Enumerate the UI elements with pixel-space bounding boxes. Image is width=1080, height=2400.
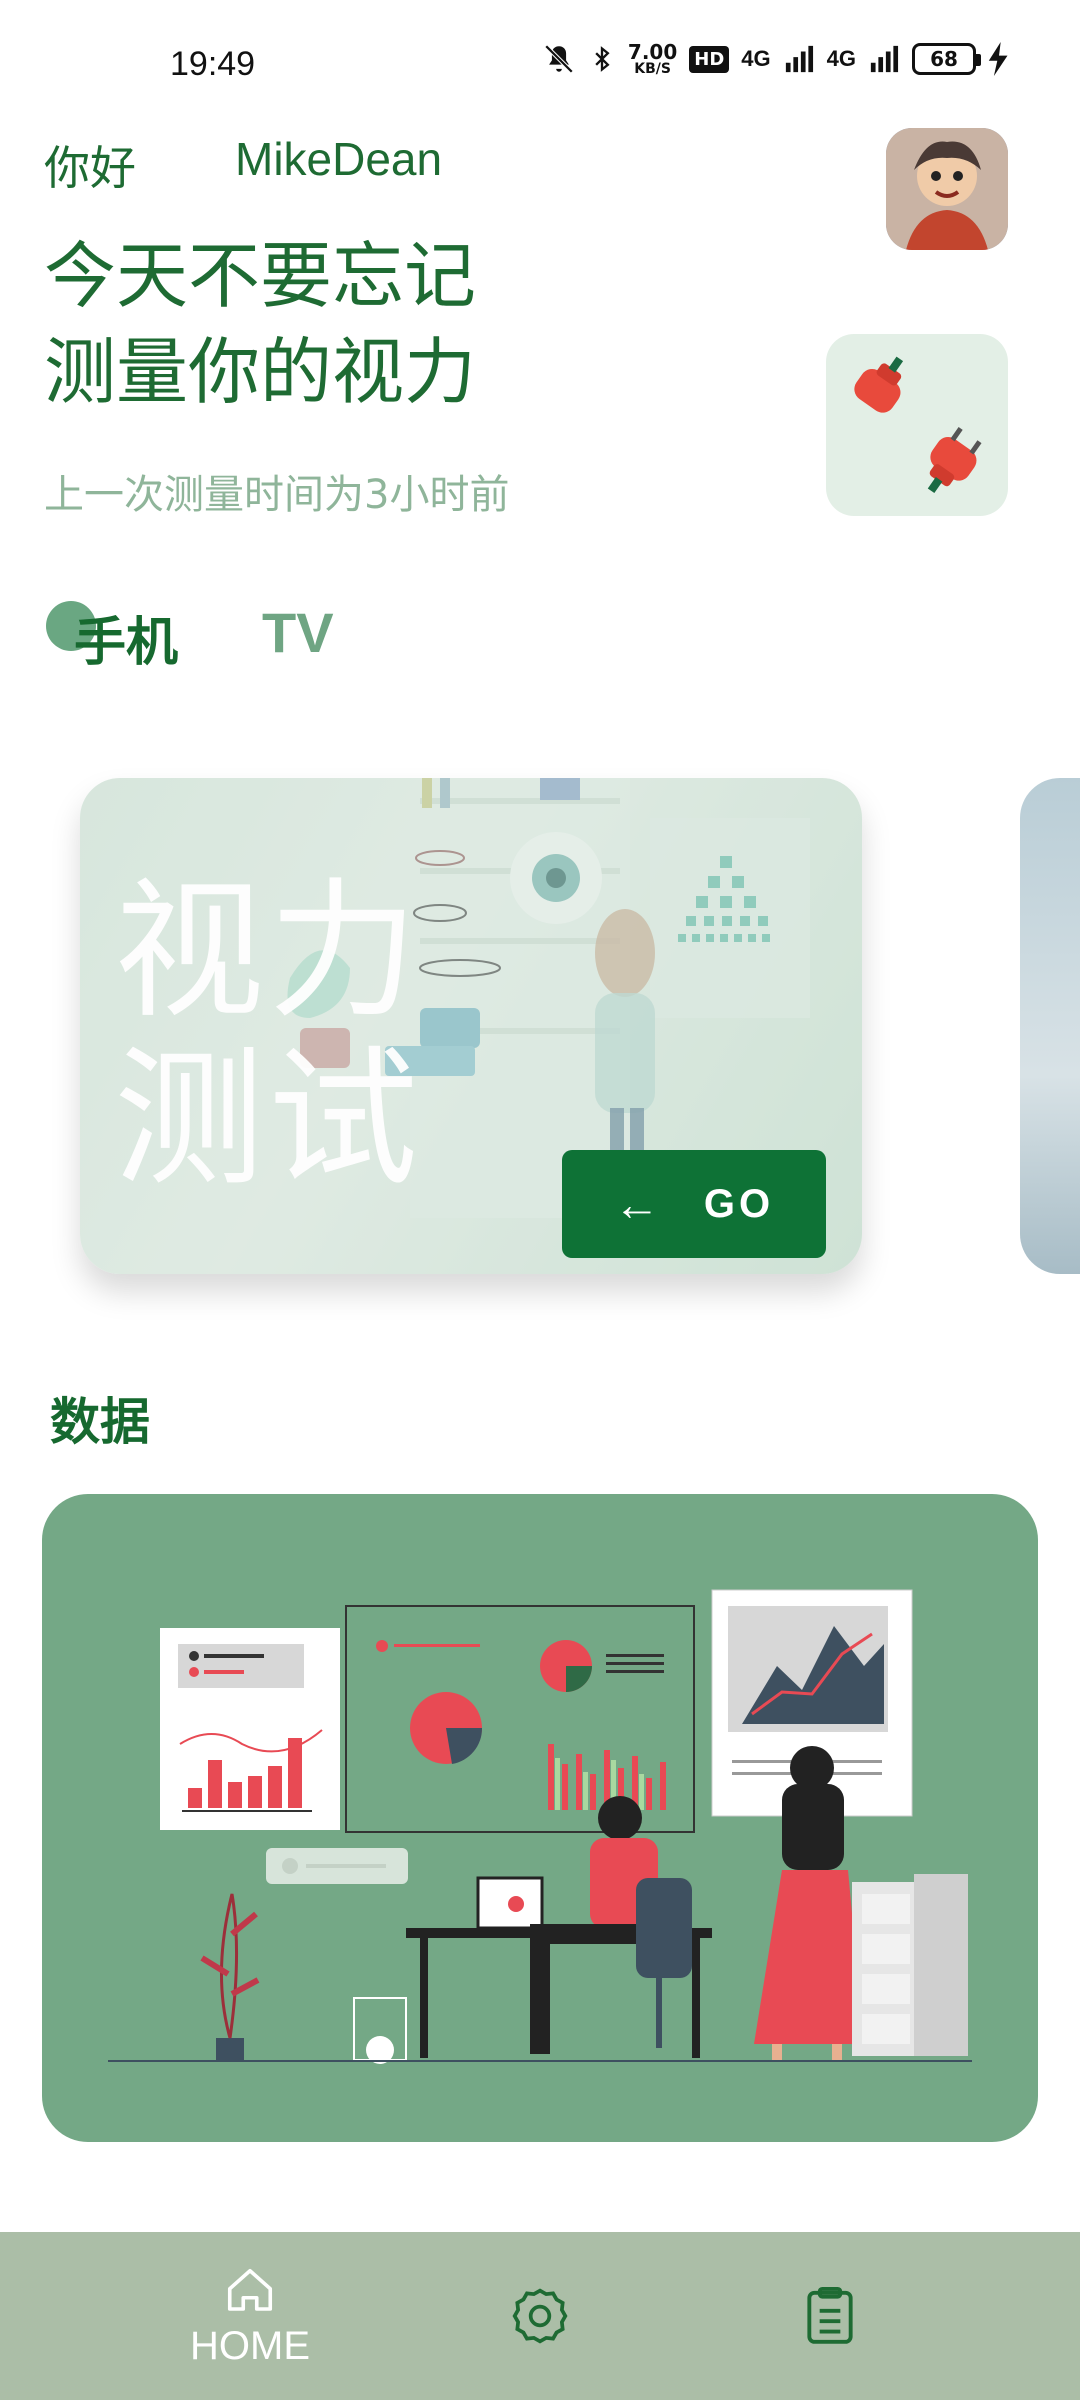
speed-value: 7.00 (627, 40, 678, 64)
signal-icon (870, 45, 899, 73)
next-test-card[interactable] (1020, 778, 1080, 1274)
status-time: 19:49 (170, 45, 256, 83)
vision-test-title-line-2: 测试 (114, 1033, 423, 1207)
home-icon (227, 2268, 273, 2311)
bluetooth-icon (595, 46, 610, 72)
bottom-nav: HOME (0, 2232, 1080, 2400)
network-speed: 7.00 KB/S (628, 42, 677, 76)
vision-test-card[interactable]: 视力 测试 ← GO (80, 778, 862, 1274)
plug-icon (854, 356, 982, 494)
data-section-title: 数据 (50, 1393, 150, 1451)
go-button[interactable]: ← GO (562, 1150, 826, 1258)
tab-tv[interactable]: TV (262, 600, 334, 665)
nav-settings[interactable] (490, 2232, 590, 2400)
charging-icon (988, 42, 1008, 76)
home-screen: 19:49 7.00 KB/S HD 4G 4G 68 你好 MikeDean (0, 0, 1080, 2400)
network-type-2: 4G (826, 46, 856, 71)
tab-phone[interactable]: 手机 (74, 600, 178, 675)
headline-line-1: 今天不要忘记 (44, 234, 477, 318)
nav-records[interactable] (780, 2232, 880, 2400)
battery-level: 68 (930, 47, 958, 71)
nav-home-label: HOME (190, 2323, 310, 2368)
network-type-1: 4G (741, 46, 771, 71)
vision-test-title: 视力 测试 (114, 868, 422, 1204)
vision-test-title-line-1: 视力 (114, 865, 423, 1039)
avatar-image (886, 128, 1008, 250)
status-icons: 7.00 KB/S HD 4G 4G 68 (542, 42, 1010, 76)
last-measure-text: 上一次测量时间为3小时前 (44, 472, 510, 518)
speed-unit: KB/S (634, 61, 671, 77)
go-button-label: GO (703, 1181, 775, 1226)
data-card[interactable] (42, 1494, 1038, 2142)
settings-icon (512, 2288, 568, 2344)
avatar[interactable] (886, 128, 1008, 250)
bell-off-icon (544, 44, 574, 74)
status-bar: 19:49 7.00 KB/S HD 4G 4G 68 (0, 0, 1080, 130)
arrow-left-icon: ← (613, 1178, 664, 1230)
battery-indicator: 68 (912, 43, 981, 75)
greeting-label: 你好 (44, 141, 136, 195)
nav-home[interactable]: HOME (175, 2232, 325, 2400)
headline: 今天不要忘记 测量你的视力 (44, 228, 476, 420)
signal-icon (785, 45, 813, 73)
records-icon (807, 2286, 853, 2344)
hd-badge: HD (689, 45, 730, 73)
data-illustration (108, 1589, 972, 2064)
connect-device-button[interactable] (826, 334, 1008, 516)
headline-line-2: 测量你的视力 (44, 330, 477, 414)
username-label: MikeDean (235, 133, 443, 185)
